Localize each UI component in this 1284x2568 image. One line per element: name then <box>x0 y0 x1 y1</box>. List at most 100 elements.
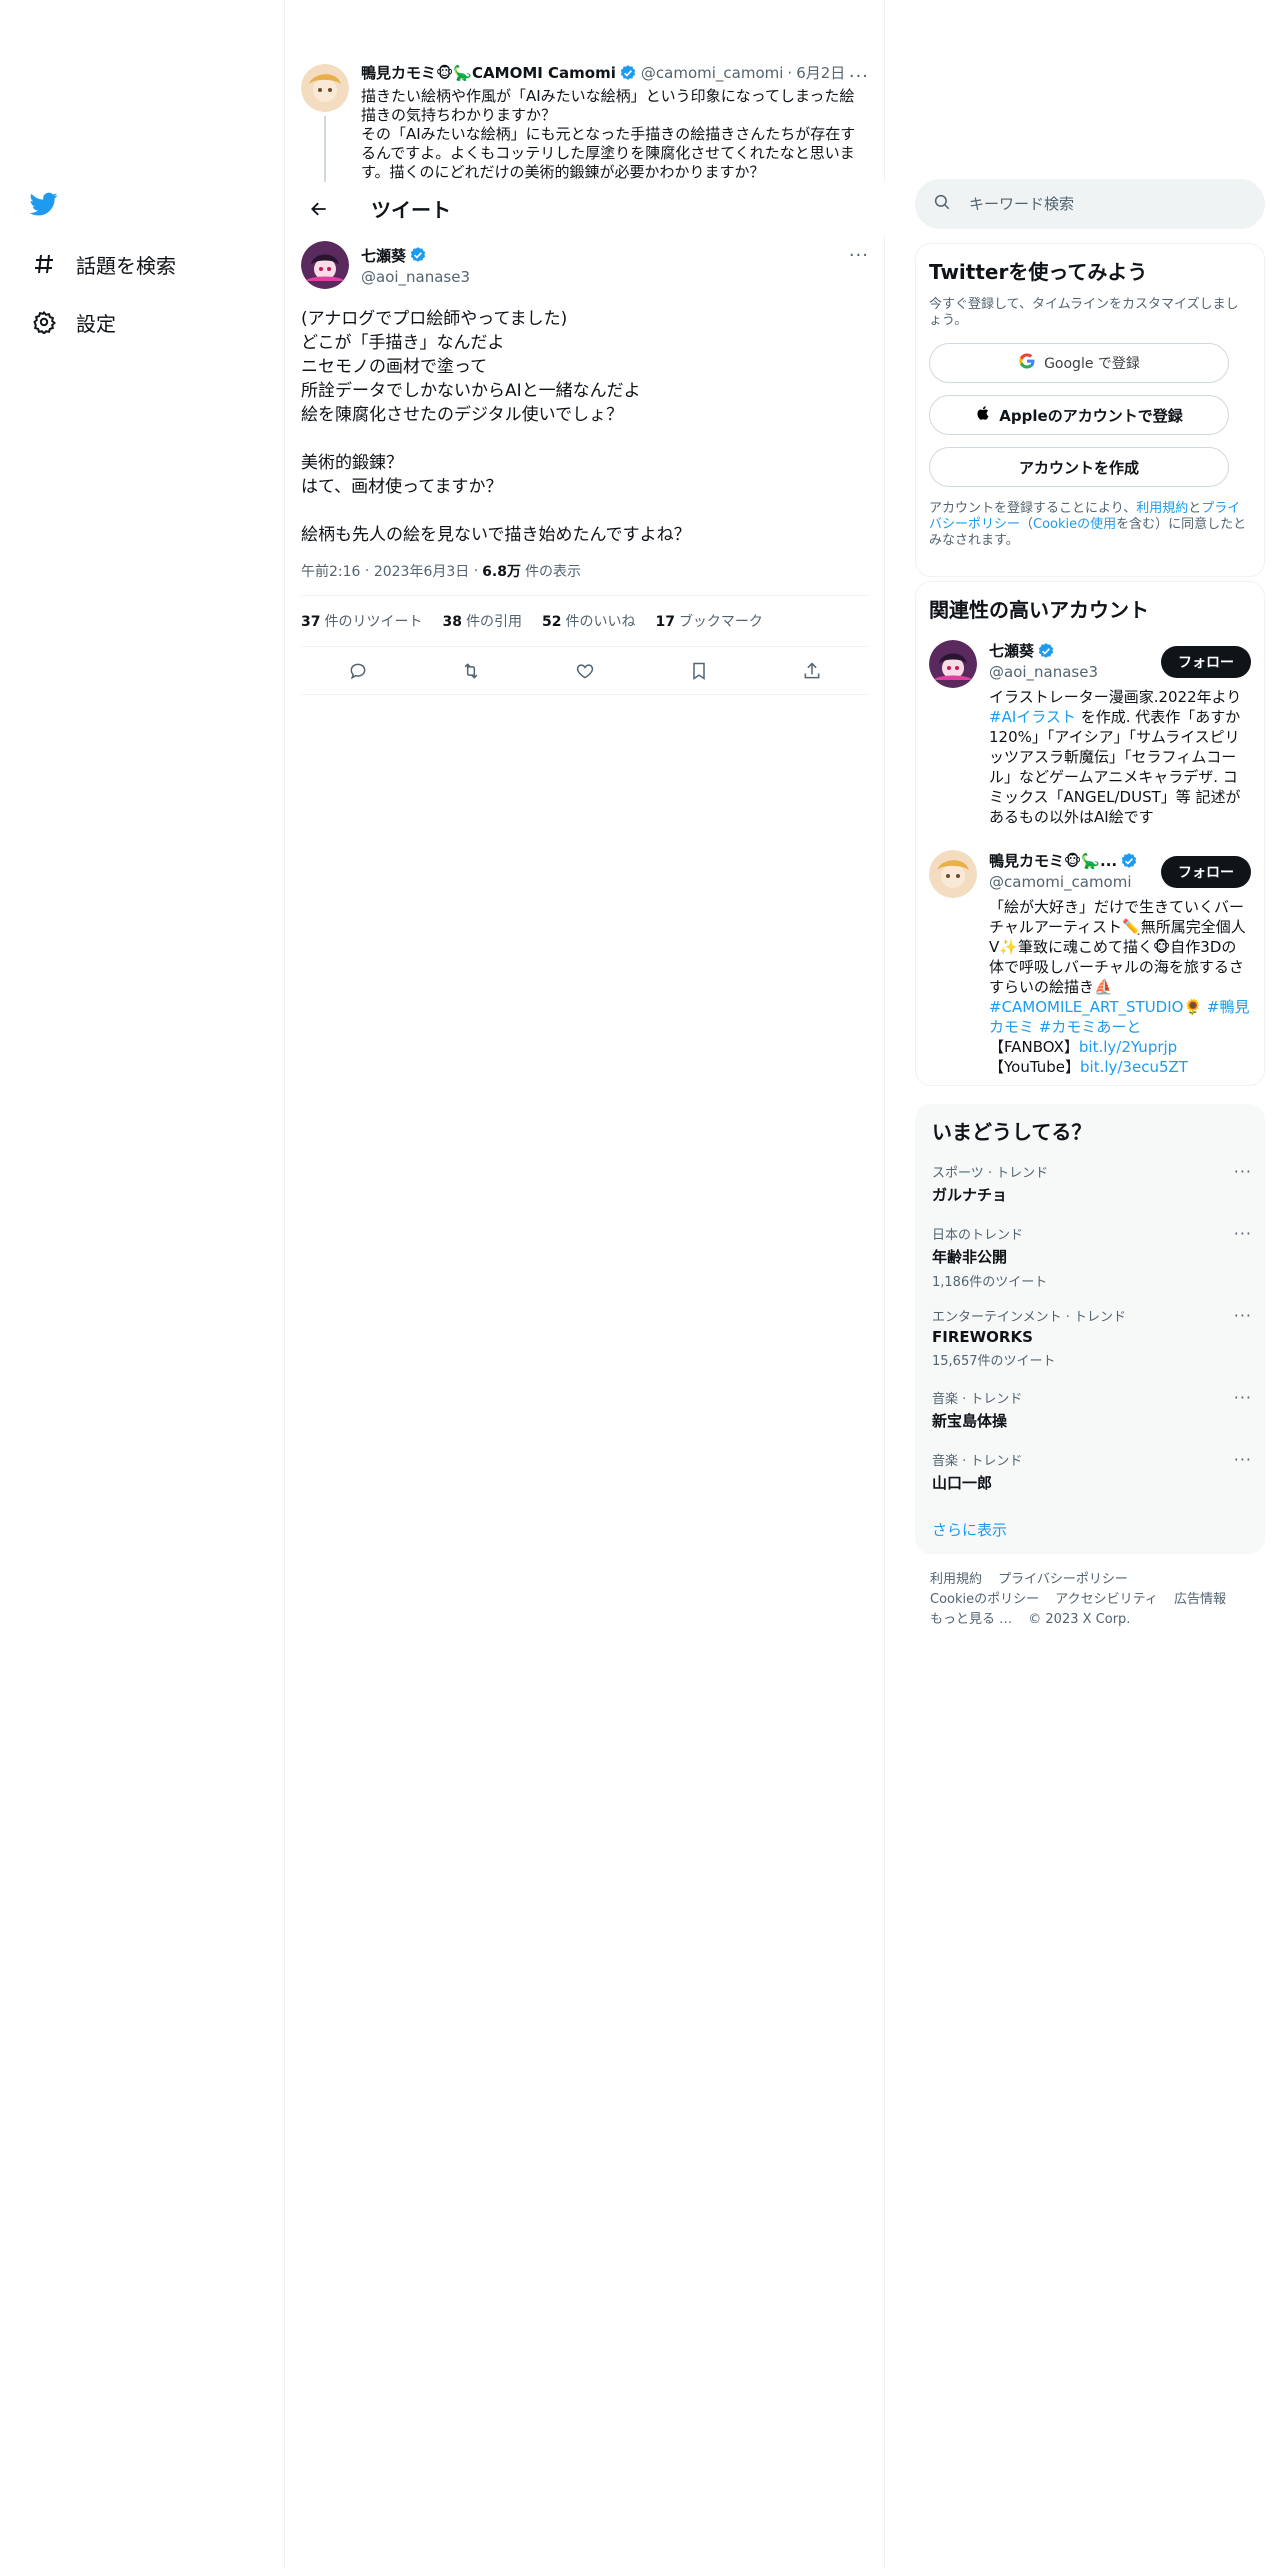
tweet-views-label: 件の表示 <box>524 564 581 580</box>
follow-button[interactable]: フォロー <box>1161 646 1251 678</box>
avatar-camomi[interactable] <box>929 850 977 898</box>
previous-tweet-handle[interactable]: @camomi_camomi <box>641 64 784 82</box>
main-tweet-text: (アナログでプロ絵師やってました) どこが「手描き」なんだよ ニセモノの画材で塗… <box>301 307 869 547</box>
stat-count: 17 <box>655 614 675 630</box>
trend-item[interactable]: 日本のトレンド 年齢非公開 1,186件のツイート ··· <box>932 1224 1252 1290</box>
trend-name: 山口一郎 <box>932 1474 993 1492</box>
tweet-line: 絵を陳腐化させたのデジタル使いでしょ？ <box>301 405 624 425</box>
stat-quotes[interactable]: 38 件の引用 <box>442 611 521 631</box>
footer-link-privacy[interactable]: プライバシーポリシー <box>998 1572 1128 1587</box>
apple-icon <box>975 404 999 426</box>
nav-settings[interactable]: 設定 <box>30 302 116 342</box>
related-account[interactable]: 七瀬葵 @aoi_nanase3 イラストレーター漫画家.2022年より#AIイ… <box>929 640 1251 830</box>
related-account-name-row: 鴨見カモミ🐵🦕... <box>989 850 1149 871</box>
search-box[interactable] <box>915 179 1265 229</box>
trend-count: 15,657件のツイート <box>932 1354 1056 1369</box>
tweet-line: ニセモノの画材で塗って <box>301 357 488 377</box>
main-tweet-author[interactable]: 七瀬葵 <box>361 245 406 266</box>
main-column: 鴨見カモミ🐵🦕CAMOMI Camomi @camomi_camomi · 6月… <box>285 0 885 2568</box>
search-input[interactable] <box>969 195 1239 213</box>
footer-link-more[interactable]: もっと見る … <box>930 1612 1012 1627</box>
previous-tweet[interactable]: 鴨見カモミ🐵🦕CAMOMI Camomi @camomi_camomi · 6月… <box>285 56 885 182</box>
signup-desc: 今すぐ登録して、タイムラインをカスタマイズしましょう。 <box>929 297 1239 328</box>
verified-icon <box>1037 642 1055 660</box>
trend-item[interactable]: 音楽 · トレンド 山口一郎 ··· <box>932 1450 1252 1493</box>
main-tweet-names: 七瀬葵 @aoi_nanase3 <box>361 245 470 286</box>
avatar-aoi[interactable] <box>301 241 349 289</box>
related-account-name-row: 七瀬葵 <box>989 640 1149 661</box>
avatar-aoi[interactable] <box>929 640 977 688</box>
twitter-bird-icon[interactable] <box>28 190 64 222</box>
bookmark-icon[interactable] <box>681 653 717 689</box>
stat-label: 件のリツイート <box>324 614 423 630</box>
bio-youtube-row: 【YouTube】bit.ly/3ecu5ZT <box>989 1057 1251 1077</box>
retweet-icon[interactable] <box>453 653 489 689</box>
more-icon[interactable]: ··· <box>1234 1388 1252 1407</box>
previous-tweet-author[interactable]: 鴨見カモミ🐵🦕CAMOMI Camomi <box>361 62 616 83</box>
main-tweet-handle[interactable]: @aoi_nanase3 <box>361 268 470 286</box>
tweet-line: はて、画材使ってますか？ <box>301 477 503 497</box>
trend-item[interactable]: エンターテインメント · トレンド FIREWORKS 15,657件のツイート… <box>932 1306 1252 1369</box>
show-more-link[interactable]: さらに表示 <box>932 1519 1007 1540</box>
tweet-time[interactable]: 午前2:16 <box>301 561 360 581</box>
related-account-bio: 「絵が大好き」だけで生きていくバーチャルアーティスト✏️無所属完全個人V✨筆致に… <box>989 897 1251 1077</box>
share-icon[interactable] <box>794 653 830 689</box>
related-account[interactable]: 鴨見カモミ🐵🦕... @camomi_camomi 「絵が大好き」だけで生きてい… <box>929 850 1251 1080</box>
previous-tweet-body: 鴨見カモミ🐵🦕CAMOMI Camomi @camomi_camomi · 6月… <box>361 62 867 182</box>
footer-link-terms[interactable]: 利用規約 <box>930 1572 982 1587</box>
apple-signup-button[interactable]: Appleのアカウントで登録 <box>929 395 1229 435</box>
trend-category: スポーツ · トレンド <box>932 1166 1049 1181</box>
youtube-link[interactable]: bit.ly/3ecu5ZT <box>1080 1058 1188 1076</box>
terms-link[interactable]: 利用規約 <box>1136 501 1188 516</box>
trend-item[interactable]: スポーツ · トレンド ガルナチョ ··· <box>932 1162 1252 1205</box>
footer-copyright: © 2023 X Corp. <box>1028 1612 1131 1627</box>
more-icon[interactable]: ··· <box>1234 1224 1252 1243</box>
stat-bookmarks[interactable]: 17 ブックマーク <box>655 611 762 631</box>
more-icon[interactable]: ··· <box>849 66 869 87</box>
stat-count: 37 <box>301 614 321 630</box>
trend-item[interactable]: 音楽 · トレンド 新宝島体操 ··· <box>932 1388 1252 1431</box>
footer-link-ads[interactable]: 広告情報 <box>1174 1592 1226 1607</box>
tweet-line: (アナログでプロ絵師やってました) <box>301 309 568 329</box>
tweet-actions <box>301 647 869 695</box>
tweet-line: 美術的鍛錬？ <box>301 453 403 473</box>
trend-category: エンターテインメント · トレンド <box>932 1310 1127 1325</box>
google-signup-button[interactable]: Google で登録 <box>929 343 1229 383</box>
stat-likes[interactable]: 52 件のいいね <box>542 611 635 631</box>
trend-category: 日本のトレンド <box>932 1228 1024 1243</box>
main-tweet-author-row: 七瀬葵 <box>361 245 470 266</box>
stat-label: 件の引用 <box>465 614 522 630</box>
stat-retweets[interactable]: 37 件のリツイート <box>301 611 422 631</box>
trend-name: 年齢非公開 <box>932 1248 1008 1266</box>
footer-link-accessibility[interactable]: アクセシビリティ <box>1055 1592 1158 1607</box>
footer: 利用規約 プライバシーポリシー Cookieのポリシー アクセシビリティ 広告情… <box>930 1570 1260 1630</box>
signup-title: Twitterを使ってみよう <box>929 260 1148 284</box>
trends-card: いまどうしてる？ スポーツ · トレンド ガルナチョ ··· 日本のトレンド 年… <box>915 1104 1265 1554</box>
nav-explore[interactable]: 話題を検索 <box>30 244 176 284</box>
footer-link-cookie[interactable]: Cookieのポリシー <box>930 1592 1039 1607</box>
related-account-name[interactable]: 七瀬葵 <box>989 640 1034 661</box>
tweet-meta: 午前2:16 · 2023年6月3日 · 6.8万 件の表示 <box>301 561 869 581</box>
heart-icon[interactable] <box>567 653 603 689</box>
reply-icon[interactable] <box>340 653 376 689</box>
create-account-button[interactable]: アカウントを作成 <box>929 447 1229 487</box>
back-arrow-icon[interactable] <box>301 191 337 227</box>
bio-hashtag-link[interactable]: #AIイラスト <box>989 708 1076 726</box>
cookie-link[interactable]: Cookieの使用 <box>1033 517 1116 532</box>
related-account-name[interactable]: 鴨見カモミ🐵🦕... <box>989 850 1117 871</box>
legal-pre: アカウントを登録することにより、 <box>929 501 1137 516</box>
nav-settings-label: 設定 <box>76 311 116 336</box>
more-icon[interactable]: ··· <box>1234 1450 1252 1469</box>
more-icon[interactable]: ··· <box>1234 1162 1252 1181</box>
previous-tweet-header: 鴨見カモミ🐵🦕CAMOMI Camomi @camomi_camomi · 6月… <box>361 62 867 83</box>
more-icon[interactable]: ··· <box>849 245 869 266</box>
follow-button[interactable]: フォロー <box>1161 856 1251 888</box>
fanbox-link[interactable]: bit.ly/2Yuprjp <box>1079 1038 1177 1056</box>
main-tweet: 七瀬葵 @aoi_nanase3 ··· (アナログでプロ絵師やってました) ど… <box>285 235 885 695</box>
more-icon[interactable]: ··· <box>1234 1306 1252 1325</box>
related-title: 関連性の高いアカウント <box>929 598 1149 622</box>
avatar-camomi[interactable] <box>301 64 349 112</box>
previous-tweet-date[interactable]: 6月2日 <box>796 62 845 83</box>
bio-hashtag-links[interactable]: #CAMOMILE_ART_STUDIO🌻 #鴨見カモミ #カモミあーと <box>989 997 1251 1037</box>
tweet-date[interactable]: 2023年6月3日 <box>374 561 469 581</box>
